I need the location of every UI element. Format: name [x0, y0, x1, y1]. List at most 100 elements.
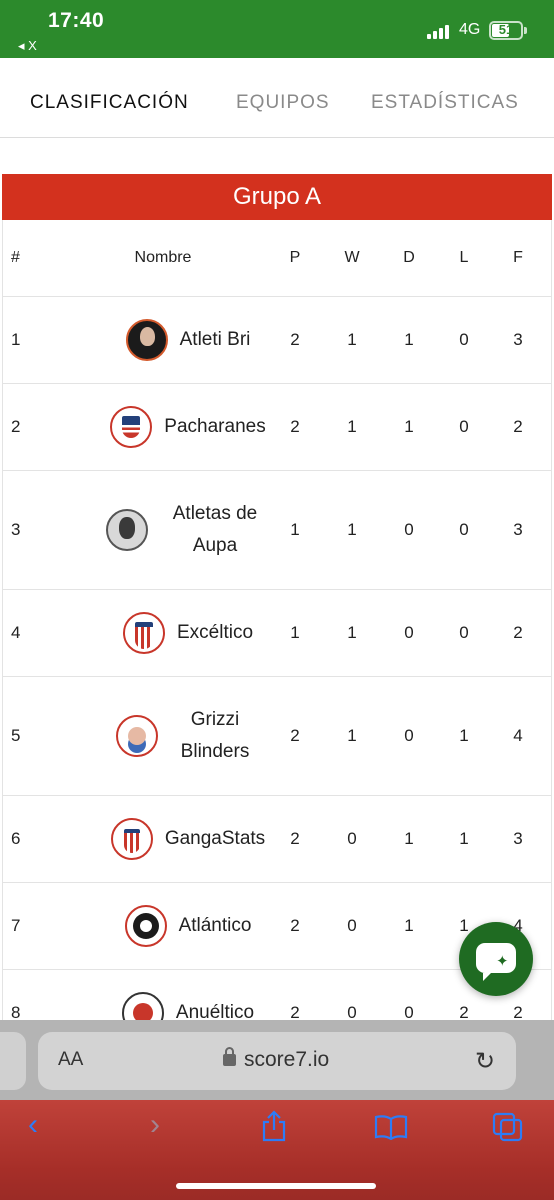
team-logo-icon: [121, 992, 164, 1020]
team-played: 1: [290, 623, 300, 642]
reload-icon[interactable]: ↻: [475, 1047, 495, 1076]
forward-icon[interactable]: ›: [150, 1108, 160, 1142]
team-position: 6: [11, 829, 21, 848]
tab-equipos[interactable]: EQUIPOS: [236, 92, 330, 114]
battery-icon: 51: [489, 21, 523, 40]
tab-estadisticas[interactable]: ESTADÍSTICAS: [371, 92, 519, 114]
header-p: P: [289, 249, 301, 266]
team-logo-icon: [116, 715, 158, 757]
team-name[interactable]: Excéltico: [177, 617, 253, 649]
team-logo-icon: [110, 818, 153, 860]
table-row[interactable]: 3 Atletas de Aupa 1 1 0 0 3: [3, 471, 551, 590]
team-draws: 1: [404, 417, 414, 436]
status-bar: 17:40 ◂ X 4G 51: [0, 0, 554, 58]
team-name[interactable]: Pacharanes: [164, 411, 265, 443]
team-losses: 0: [459, 330, 469, 349]
team-goals-for: 2: [513, 623, 523, 642]
team-wins: 0: [347, 829, 357, 848]
team-position: 3: [11, 520, 21, 539]
team-draws: 0: [404, 520, 414, 539]
team-played: 1: [290, 520, 300, 539]
tab-bar: CLASIFICACIÓN EQUIPOS ESTADÍSTICAS: [0, 58, 554, 138]
team-name[interactable]: Atleti Bri: [180, 324, 251, 356]
team-losses: 1: [459, 726, 469, 745]
team-played: 2: [290, 417, 300, 436]
team-logo-icon: [122, 612, 165, 654]
table-row[interactable]: 5 Grizzi Blinders 2 1 0 1 4: [3, 677, 551, 796]
table-row[interactable]: 2 Pacharanes 2 1 1 0 2: [3, 384, 551, 471]
url-text[interactable]: score7.io: [244, 1048, 329, 1072]
team-position: 1: [11, 330, 21, 349]
team-position: 5: [11, 726, 21, 745]
team-goals-for: 3: [513, 829, 523, 848]
header-name: Nombre: [134, 249, 192, 266]
team-name[interactable]: Anuéltico: [176, 997, 254, 1020]
team-played: 2: [290, 829, 300, 848]
team-cell: Grizzi Blinders: [73, 677, 303, 795]
table-row[interactable]: 6 GangaStats 2 0 1 1 3: [3, 796, 551, 883]
team-wins: 1: [347, 726, 357, 745]
previous-tab-pill[interactable]: [0, 1032, 26, 1090]
address-bar[interactable]: AA score7.io ↻: [38, 1032, 516, 1090]
team-logo-icon: [125, 319, 168, 361]
team-cell: Pacharanes: [73, 384, 303, 470]
team-played: 2: [290, 330, 300, 349]
team-cell: GangaStats: [73, 796, 303, 882]
team-goals-for: 3: [513, 520, 523, 539]
team-wins: 0: [347, 916, 357, 935]
lock-icon: [223, 1047, 236, 1066]
team-name[interactable]: Atletas de Aupa: [160, 498, 270, 562]
header-pos: #: [11, 249, 20, 266]
team-goals-for: 3: [513, 330, 523, 349]
team-draws: 1: [404, 916, 414, 935]
status-time: 17:40: [48, 9, 105, 32]
chat-button[interactable]: ✦: [459, 922, 533, 996]
team-cell: Atletas de Aupa: [73, 471, 303, 589]
team-losses: 0: [459, 520, 469, 539]
network-type: 4G: [459, 21, 481, 38]
team-wins: 1: [347, 623, 357, 642]
header-l: L: [459, 249, 469, 266]
reader-options-button[interactable]: AA: [58, 1049, 83, 1071]
team-goals-for: 4: [513, 726, 523, 745]
table-row[interactable]: 4 Excéltico 1 1 0 0 2: [3, 590, 551, 677]
team-logo-icon: [124, 905, 167, 947]
team-logo-icon: [106, 509, 148, 551]
bookmarks-icon[interactable]: [374, 1114, 408, 1140]
team-draws: 0: [404, 1003, 414, 1020]
team-name[interactable]: GangaStats: [165, 823, 265, 855]
signal-icon: [427, 23, 451, 39]
team-position: 2: [11, 417, 21, 436]
team-played: 2: [290, 916, 300, 935]
team-cell: Atlántico: [73, 883, 303, 969]
team-position: 7: [11, 916, 21, 935]
tab-clasificacion[interactable]: CLASIFICACIÓN: [30, 92, 189, 114]
team-position: 4: [11, 623, 21, 642]
standings-table: # Nombre P W D L F 1 Atleti Bri 2 1 1 0 …: [2, 220, 552, 1020]
sparkle-icon: ✦: [496, 953, 509, 970]
header-d: D: [403, 249, 415, 266]
battery-level: 51: [498, 22, 514, 37]
team-draws: 0: [404, 726, 414, 745]
home-indicator: [176, 1183, 376, 1189]
team-logo-icon: [110, 406, 153, 448]
team-cell: Excéltico: [73, 590, 303, 676]
team-draws: 1: [404, 330, 414, 349]
team-draws: 1: [404, 829, 414, 848]
team-played: 2: [290, 1003, 300, 1020]
team-name[interactable]: Grizzi Blinders: [170, 704, 260, 768]
team-draws: 0: [404, 623, 414, 642]
table-row[interactable]: 1 Atleti Bri 2 1 1 0 3: [3, 297, 551, 384]
header-f: F: [513, 249, 523, 266]
back-to-app-link[interactable]: ◂ X: [18, 38, 37, 54]
team-wins: 0: [347, 1003, 357, 1020]
team-wins: 1: [347, 330, 357, 349]
group-title: Grupo A: [2, 174, 552, 220]
back-icon[interactable]: ‹: [28, 1108, 38, 1142]
team-losses: 0: [459, 417, 469, 436]
tabs-icon[interactable]: [492, 1112, 524, 1142]
share-icon[interactable]: [260, 1110, 288, 1142]
team-name[interactable]: Atlántico: [179, 910, 252, 942]
table-header-row: # Nombre P W D L F: [3, 220, 551, 297]
team-cell: Anuéltico: [73, 970, 303, 1020]
